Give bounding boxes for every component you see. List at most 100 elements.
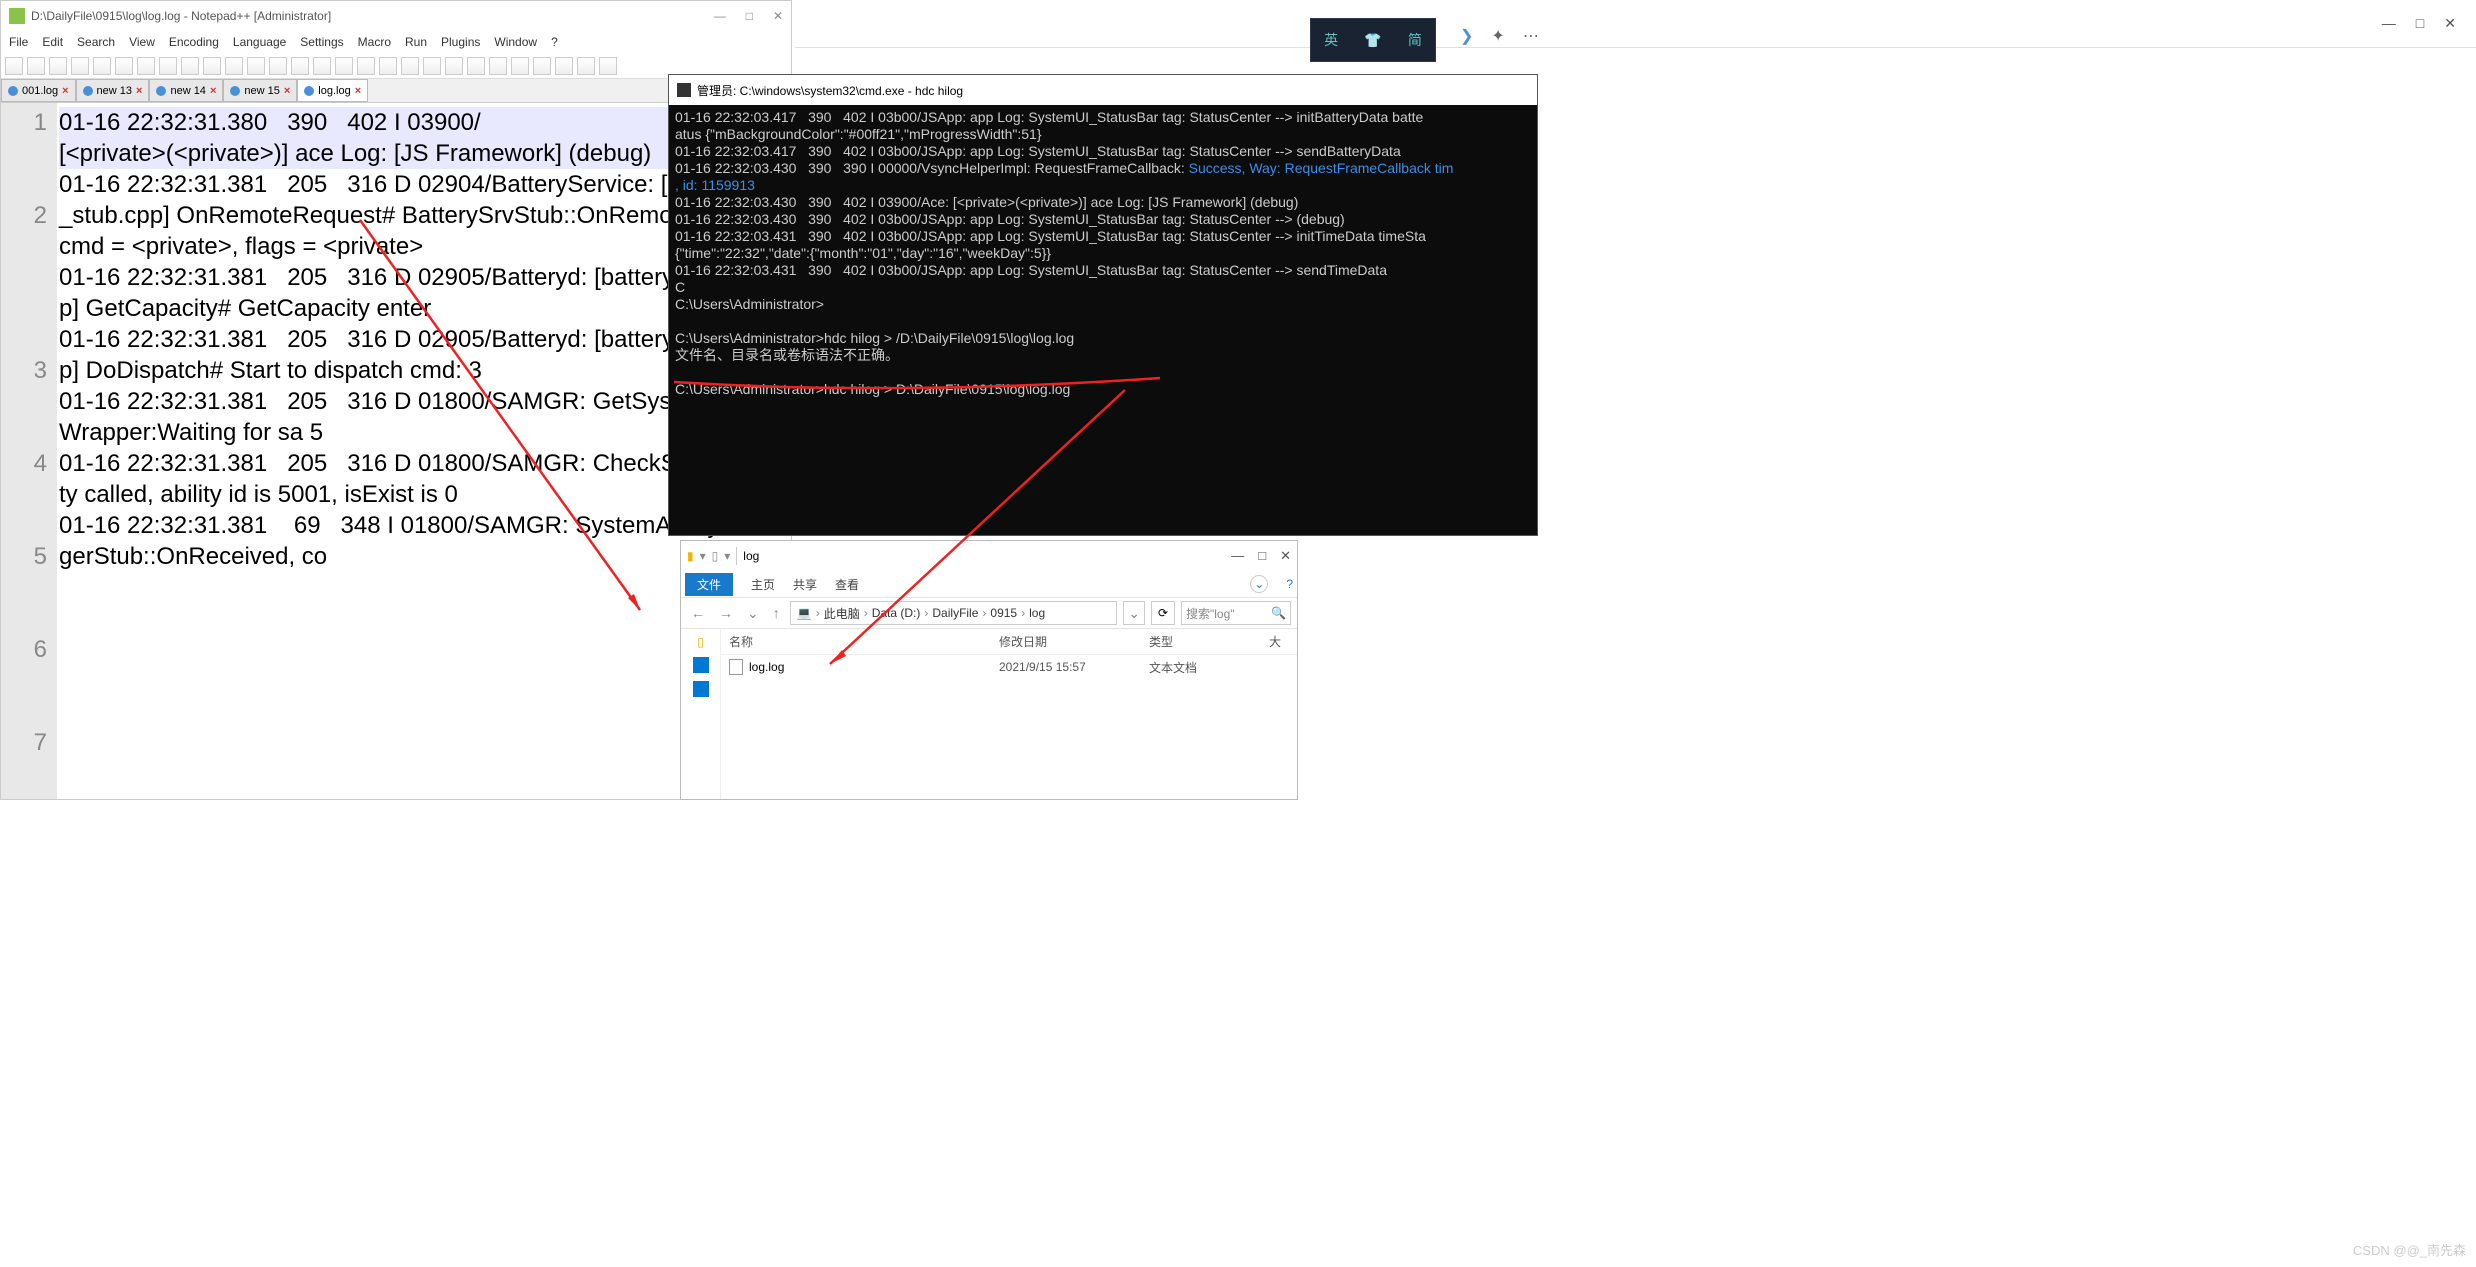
nav-forward-icon[interactable]: → [715, 605, 737, 621]
toolbar-button[interactable] [159, 57, 177, 75]
toolbar-button[interactable] [511, 57, 529, 75]
breadcrumb-item[interactable]: DailyFile [932, 606, 978, 620]
tab-close-icon[interactable]: × [62, 85, 68, 97]
ime-badge[interactable]: 英 👕 简 [1310, 18, 1436, 62]
explorer-titlebar[interactable]: ▮ ▾ ▯ ▾ log — □ ✕ [681, 541, 1297, 571]
toolbar-button[interactable] [555, 57, 573, 75]
ribbon-help-icon[interactable]: ? [1286, 577, 1293, 591]
nav-back-icon[interactable]: ← [687, 605, 709, 621]
ribbon-expand-icon[interactable]: ⌄ [1250, 575, 1268, 593]
exp-minimize-icon[interactable]: — [1231, 548, 1244, 564]
toolbar-button[interactable] [401, 57, 419, 75]
file-tab[interactable]: new 14× [149, 79, 223, 102]
toolbar-button[interactable] [225, 57, 243, 75]
toolbar-button[interactable] [93, 57, 111, 75]
file-tab[interactable]: 001.log× [1, 79, 76, 102]
toolbar-button[interactable] [49, 57, 67, 75]
cmd-output[interactable]: 01-16 22:32:03.417 390 402 I 03b00/JSApp… [669, 105, 1537, 402]
nav-up-icon[interactable]: ↑ [769, 605, 784, 621]
filelist-header[interactable]: 名称 修改日期 类型 大 [721, 629, 1297, 655]
npp-maximize-icon[interactable]: □ [746, 9, 753, 23]
toolbar-button[interactable] [335, 57, 353, 75]
bird-icon[interactable]: ❯ [1460, 26, 1473, 46]
tab-close-icon[interactable]: × [355, 85, 361, 97]
search-input[interactable]: 搜索"log" 🔍 [1181, 601, 1291, 625]
menu-window[interactable]: Window [494, 35, 537, 49]
col-type[interactable]: 类型 [1141, 633, 1261, 650]
tab-close-icon[interactable]: × [210, 85, 216, 97]
nav-recent-icon[interactable]: ⌄ [743, 605, 763, 622]
exp-close-icon[interactable]: ✕ [1280, 548, 1291, 564]
menu-plugins[interactable]: Plugins [441, 35, 480, 49]
toolbar-button[interactable] [489, 57, 507, 75]
menu-language[interactable]: Language [233, 35, 286, 49]
toolbar-button[interactable] [291, 57, 309, 75]
breadcrumb[interactable]: 💻 › 此电脑 › Data (D:) › DailyFile › 0915 ›… [790, 601, 1118, 625]
menu-settings[interactable]: Settings [300, 35, 343, 49]
menu-dots-icon[interactable]: ⋯ [1523, 26, 1539, 46]
explorer-filelist[interactable]: 名称 修改日期 类型 大 log.log2021/9/15 15:57文本文档 [721, 629, 1297, 799]
file-tab[interactable]: new 13× [76, 79, 150, 102]
file-tab[interactable]: new 15× [223, 79, 297, 102]
ribbon-share-tab[interactable]: 共享 [793, 576, 817, 593]
toolbar-button[interactable] [445, 57, 463, 75]
breadcrumb-item[interactable]: 0915 [990, 606, 1017, 620]
toolbar-button[interactable] [247, 57, 265, 75]
menu-file[interactable]: File [9, 35, 28, 49]
cmd-titlebar[interactable]: 管理员: C:\windows\system32\cmd.exe - hdc h… [669, 75, 1537, 105]
doc-icon[interactable]: ▯ [712, 549, 719, 563]
menu-?[interactable]: ? [551, 35, 558, 49]
col-date[interactable]: 修改日期 [991, 633, 1141, 650]
toolbar-button[interactable] [533, 57, 551, 75]
onedrive-icon[interactable] [693, 657, 709, 673]
browser-minimize-icon[interactable]: — [2382, 15, 2396, 32]
explorer-sidebar[interactable]: ▯ [681, 629, 721, 799]
tab-close-icon[interactable]: × [284, 85, 290, 97]
npp-titlebar[interactable]: D:\DailyFile\0915\log\log.log - Notepad+… [1, 1, 791, 31]
bc-root-icon[interactable]: 💻 [797, 606, 812, 620]
breadcrumb-item[interactable]: log [1029, 606, 1045, 620]
dropdown-icon[interactable]: ▾ [700, 549, 706, 563]
toolbar-button[interactable] [423, 57, 441, 75]
col-name[interactable]: 名称 [721, 633, 991, 650]
quickaccess-icon[interactable]: ▯ [697, 635, 704, 649]
toolbar-button[interactable] [137, 57, 155, 75]
toolbar-button[interactable] [313, 57, 331, 75]
toolbar-button[interactable] [269, 57, 287, 75]
file-row[interactable]: log.log2021/9/15 15:57文本文档 [721, 655, 1297, 679]
explorer-navbar[interactable]: ← → ⌄ ↑ 💻 › 此电脑 › Data (D:) › DailyFile … [681, 597, 1297, 629]
toolbar-button[interactable] [5, 57, 23, 75]
tab-close-icon[interactable]: × [136, 85, 142, 97]
menu-encoding[interactable]: Encoding [169, 35, 219, 49]
npp-close-icon[interactable]: ✕ [773, 9, 783, 23]
col-size[interactable]: 大 [1261, 633, 1289, 650]
down-icon[interactable]: ▾ [724, 549, 730, 563]
refresh-icon[interactable]: ⟳ [1151, 601, 1175, 625]
breadcrumb-item[interactable]: Data (D:) [872, 606, 921, 620]
toolbar-button[interactable] [599, 57, 617, 75]
menu-view[interactable]: View [129, 35, 155, 49]
toolbar-button[interactable] [467, 57, 485, 75]
thispc-icon[interactable] [693, 681, 709, 697]
toolbar-button[interactable] [357, 57, 375, 75]
menu-edit[interactable]: Edit [42, 35, 63, 49]
npp-minimize-icon[interactable]: — [714, 9, 726, 23]
ribbon-home-tab[interactable]: 主页 [751, 576, 775, 593]
file-tab[interactable]: log.log× [297, 79, 368, 102]
menu-run[interactable]: Run [405, 35, 427, 49]
toolbar-button[interactable] [577, 57, 595, 75]
browser-maximize-icon[interactable]: □ [2416, 15, 2424, 32]
ribbon-file-tab[interactable]: 文件 [685, 573, 733, 596]
menu-macro[interactable]: Macro [358, 35, 391, 49]
toolbar-button[interactable] [115, 57, 133, 75]
puzzle-icon[interactable]: ✦ [1491, 26, 1504, 46]
bc-dropdown-icon[interactable]: ⌄ [1123, 601, 1145, 625]
toolbar-button[interactable] [71, 57, 89, 75]
explorer-ribbon[interactable]: 文件 主页 共享 查看 ⌄ ? [681, 571, 1297, 597]
toolbar-button[interactable] [181, 57, 199, 75]
toolbar-button[interactable] [203, 57, 221, 75]
exp-maximize-icon[interactable]: □ [1258, 548, 1266, 564]
toolbar-button[interactable] [379, 57, 397, 75]
toolbar-button[interactable] [27, 57, 45, 75]
browser-close-icon[interactable]: ✕ [2444, 15, 2456, 32]
